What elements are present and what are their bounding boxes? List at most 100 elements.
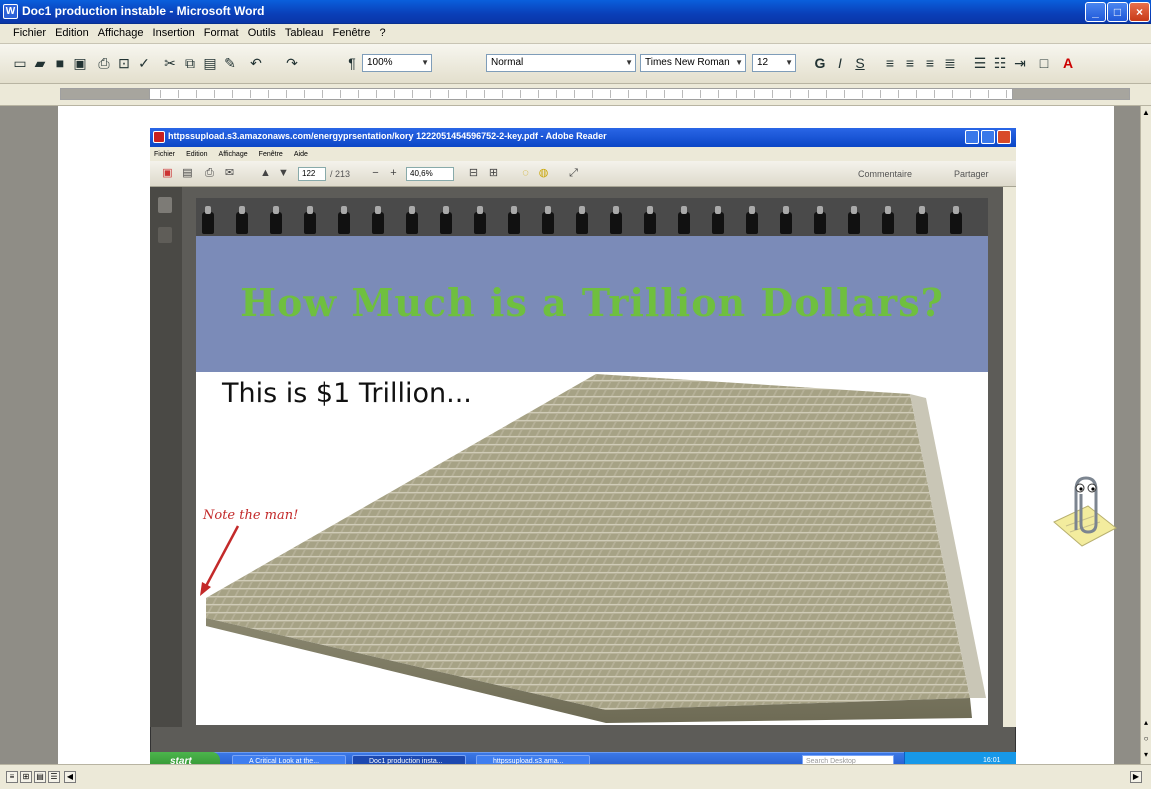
binder-ring [644, 206, 656, 234]
red-arrow-icon [200, 525, 240, 596]
adobe-reader-icon [153, 131, 165, 143]
menu-outils[interactable]: Outils [245, 24, 279, 39]
page-total: / 213 [330, 169, 351, 179]
binder-ring [372, 206, 384, 234]
slide-subtitle: This is $1 Trillion... [222, 378, 472, 409]
web-view-icon[interactable]: ⊞ [20, 771, 32, 783]
font-color-icon[interactable]: A [1058, 53, 1078, 73]
paste-icon[interactable]: ▤ [200, 53, 220, 73]
style-select[interactable]: Normal ▼ [486, 54, 636, 72]
zoom-out-icon: − [372, 167, 379, 179]
print-preview-icon[interactable]: ⊡ [114, 53, 134, 73]
align-left-icon[interactable]: ≡ [880, 53, 900, 73]
menu-fichier[interactable]: Fichier [10, 24, 49, 39]
menu-format[interactable]: Format [201, 24, 242, 39]
font-select[interactable]: Times New Roman ▼ [640, 54, 746, 72]
reader-window-title: httpssupload.s3.amazonaws.com/energyprse… [168, 131, 607, 141]
scroll-left-icon[interactable]: ◀ [64, 771, 76, 783]
format-painter-icon[interactable]: ✎ [220, 53, 240, 73]
reader-print-icon: ⎙ [205, 167, 214, 179]
maximize-button[interactable]: □ [1107, 2, 1128, 22]
reader-title-bar: httpssupload.s3.amazonaws.com/energyprse… [150, 128, 1016, 147]
bold-button[interactable]: G [810, 53, 830, 73]
binder-ring [338, 206, 350, 234]
new-document-icon[interactable]: ▭ [10, 53, 30, 73]
reader-menu-affichage: Affichage [218, 151, 248, 158]
zoom-select[interactable]: 100% ▼ [362, 54, 432, 72]
reader-scrollbar [1003, 187, 1016, 727]
numbering-icon[interactable]: ☰ [970, 53, 990, 73]
reader-menu-fenetre: Fenêtre [258, 151, 283, 158]
binder-ring [508, 206, 520, 234]
cut-icon[interactable]: ✂ [160, 53, 180, 73]
ruler-ticks [160, 90, 1010, 98]
expand-icon: ⤢ [569, 167, 578, 179]
menu-insertion[interactable]: Insertion [150, 24, 198, 39]
zoom-value: 100% [367, 57, 393, 68]
minimize-button[interactable]: _ [1085, 2, 1106, 22]
justify-icon[interactable]: ≣ [940, 53, 960, 73]
borders-icon[interactable]: □ [1034, 53, 1054, 73]
outline-view-icon[interactable]: ☰ [48, 771, 60, 783]
bullets-icon[interactable]: ☷ [990, 53, 1010, 73]
next-page-icon[interactable]: ▾ [1141, 750, 1151, 762]
menu-affichage[interactable]: Affichage [95, 24, 147, 39]
vertical-scrollbar[interactable]: ▲ ▴ ○ ▾ [1140, 106, 1151, 764]
font-size-select[interactable]: 12 ▼ [752, 54, 796, 72]
permission-icon[interactable]: ▣ [70, 53, 90, 73]
redo-icon[interactable]: ↷ [282, 53, 302, 73]
binder-ring [576, 206, 588, 234]
close-button[interactable]: × [1129, 2, 1150, 22]
create-pdf-icon: ▣ [162, 167, 173, 179]
reader-save-icon: ▤ [182, 167, 193, 179]
page-number-box: 122 [298, 167, 326, 181]
zoom-in-icon: + [390, 167, 397, 179]
slide-title: How Much is a Trillion Dollars? [240, 280, 944, 325]
normal-view-icon[interactable]: ≡ [6, 771, 18, 783]
previous-page-icon[interactable]: ▴ [1141, 718, 1151, 730]
reader-menu-bar: Fichier Edition Affichage Fenêtre Aide [150, 147, 1016, 161]
copy-icon[interactable]: ⧉ [180, 53, 200, 73]
page-up-icon: ▲ [260, 167, 271, 179]
align-right-icon[interactable]: ≡ [920, 53, 940, 73]
pages-panel-icon [158, 197, 172, 213]
binder-ring [440, 206, 452, 234]
standard-toolbar: ▭ ▰ ■ ▣ ⎙ ⊡ ✓ ✂ ⧉ ▤ ✎ ↶ ↷ ¶ 100% ▼ Normal… [0, 44, 1151, 84]
print-layout-icon[interactable]: ▤ [34, 771, 46, 783]
menu-edition[interactable]: Edition [52, 24, 92, 39]
menu-bar: Fichier Edition Affichage Insertion Form… [0, 24, 1151, 44]
browse-object-icon[interactable]: ○ [1141, 734, 1151, 746]
binder-ring [236, 206, 248, 234]
open-folder-icon[interactable]: ▰ [30, 53, 50, 73]
menu-tableau[interactable]: Tableau [282, 24, 327, 39]
chevron-down-icon: ▼ [785, 58, 793, 67]
print-icon[interactable]: ⎙ [94, 53, 114, 73]
office-assistant-clippy[interactable] [1048, 470, 1118, 560]
underline-button[interactable]: S [850, 53, 870, 73]
attachments-panel-icon [158, 227, 172, 243]
binder-ring [474, 206, 486, 234]
undo-icon[interactable]: ↶ [246, 53, 266, 73]
menu-help[interactable]: ? [376, 24, 388, 39]
reader-zoom-box: 40,6% [406, 167, 454, 181]
horizontal-scrollbar-and-views: ≡ ⊞ ▤ ☰ ◀ ▶ [0, 764, 1151, 789]
reader-toolbar: ▣ ▤ ⎙ ✉ ▲ ▼ 122 / 213 − + 40,6% ⊟ ⊞ ◌ ◍ … [150, 161, 1016, 187]
menu-fenetre[interactable]: Fenêtre [329, 24, 373, 39]
italic-button[interactable]: I [830, 53, 850, 73]
binder-ring [542, 206, 554, 234]
show-formatting-icon[interactable]: ¶ [342, 53, 362, 73]
save-icon[interactable]: ■ [50, 53, 70, 73]
reader-minimize-icon [965, 130, 979, 144]
scroll-right-icon[interactable]: ▶ [1130, 771, 1142, 783]
align-center-icon[interactable]: ≡ [900, 53, 920, 73]
reader-menu-fichier: Fichier [154, 151, 176, 158]
binder-ring [780, 206, 792, 234]
chevron-down-icon: ▼ [625, 58, 633, 67]
indent-icon[interactable]: ⇥ [1010, 53, 1030, 73]
binder-ring [202, 206, 214, 234]
ruler [0, 84, 1151, 106]
reader-menu-aide: Aide [293, 151, 308, 158]
scroll-up-icon[interactable]: ▲ [1141, 108, 1151, 120]
spelling-icon[interactable]: ✓ [134, 53, 154, 73]
reader-comment-label: Commentaire [858, 169, 913, 179]
